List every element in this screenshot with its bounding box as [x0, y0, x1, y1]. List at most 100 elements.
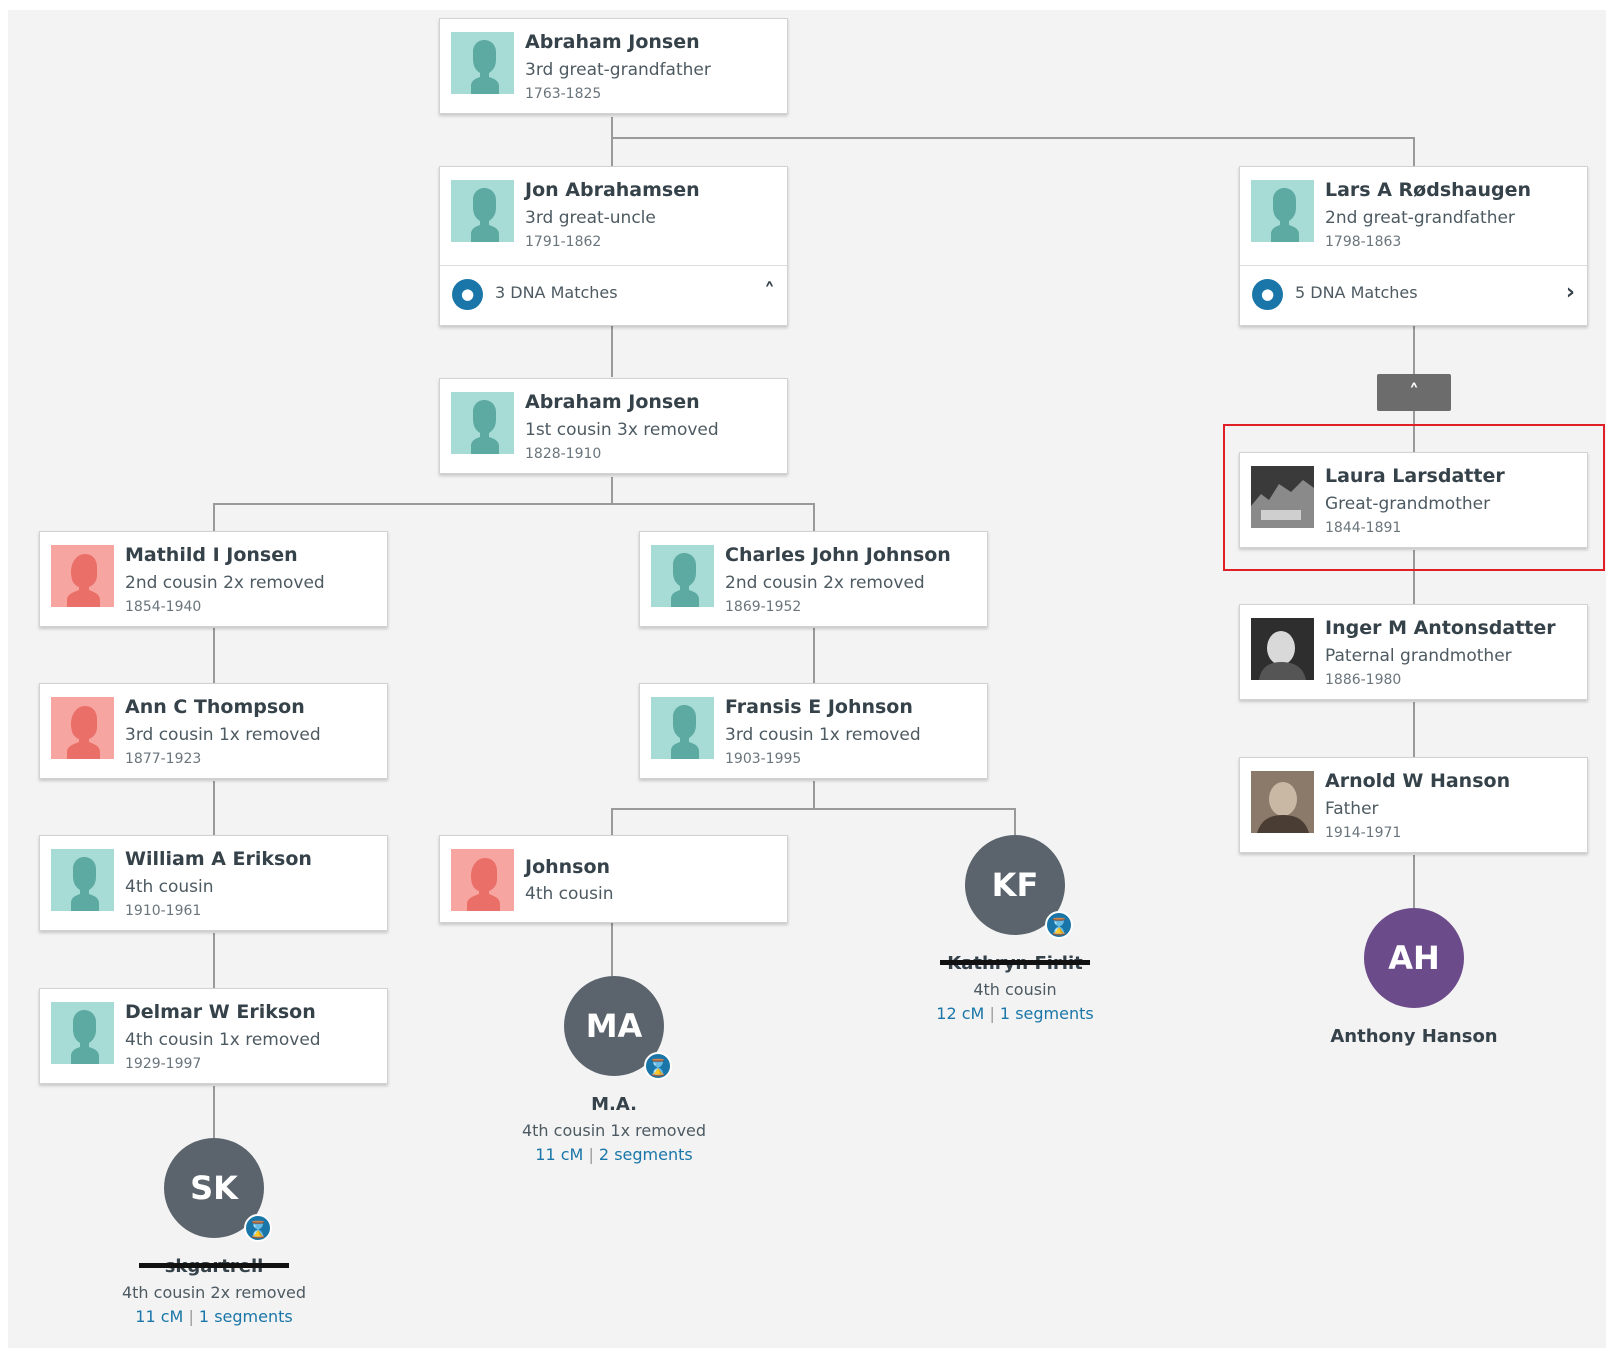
stats-separator: |	[188, 1307, 194, 1326]
person-relationship: 3rd great-grandfather	[525, 60, 711, 80]
match-cm[interactable]: 11 cM	[535, 1145, 583, 1164]
person-card-johnson[interactable]: Johnson 4th cousin	[439, 835, 788, 923]
person-name[interactable]: Johnson	[525, 856, 610, 878]
avatar-initials: AH	[1388, 939, 1440, 977]
hourglass-icon: ⌛	[244, 1214, 272, 1242]
match-name[interactable]: skgartrell	[94, 1256, 334, 1280]
dna-matches-toggle[interactable]: ● 5 DNA Matches ›	[1240, 265, 1587, 325]
person-years: 1877-1923	[125, 751, 202, 767]
match-avatar[interactable]: SK ⌛	[164, 1138, 272, 1242]
dna-matches-icon: ●	[452, 279, 483, 310]
match-name[interactable]: Anthony Hanson	[1294, 1026, 1534, 1050]
person-relationship: Father	[1325, 799, 1379, 819]
match-name[interactable]: M.A.	[494, 1094, 734, 1118]
person-card-jon-abrahamsen[interactable]: Jon Abrahamsen 3rd great-uncle 1791-1862…	[439, 166, 788, 326]
match-relationship: 4th cousin 2x removed	[121, 1283, 307, 1302]
person-card-william-erikson[interactable]: William A Erikson 4th cousin 1910-1961	[39, 835, 388, 931]
match-cm[interactable]: 11 cM	[135, 1307, 183, 1326]
person-years: 1844-1891	[1325, 520, 1402, 536]
dna-match-ah[interactable]: AH Anthony Hanson	[1294, 908, 1534, 1050]
portrait-photo	[1251, 771, 1314, 833]
person-name[interactable]: Jon Abrahamsen	[525, 179, 700, 201]
match-avatar[interactable]: AH	[1364, 908, 1464, 1008]
chevron-up-icon[interactable]: ˄	[764, 280, 775, 305]
match-segments[interactable]: 1 segments	[1000, 1004, 1094, 1023]
person-years: 1914-1971	[1325, 825, 1402, 841]
chevron-right-icon[interactable]: ›	[1566, 280, 1575, 305]
person-name[interactable]: Mathild I Jonsen	[125, 544, 298, 566]
person-years: 1763-1825	[525, 86, 602, 102]
male-silhouette-icon	[451, 32, 514, 94]
match-stats[interactable]: 11 cM | 1 segments	[94, 1307, 334, 1326]
female-silhouette-icon	[51, 697, 114, 759]
person-relationship: 4th cousin	[125, 877, 214, 897]
person-name[interactable]: Fransis E Johnson	[725, 696, 913, 718]
male-silhouette-icon	[1251, 180, 1314, 242]
hourglass-icon: ⌛	[644, 1052, 672, 1080]
person-relationship: Paternal grandmother	[1325, 646, 1512, 666]
person-years: 1791-1862	[525, 234, 602, 250]
person-relationship: 2nd great-grandfather	[1325, 208, 1515, 228]
dna-match-ma[interactable]: MA ⌛ M.A. 4th cousin 1x removed 11 cM | …	[494, 976, 734, 1164]
stats-separator: |	[588, 1145, 594, 1164]
person-name[interactable]: William A Erikson	[125, 848, 312, 870]
person-name[interactable]: Laura Larsdatter	[1325, 465, 1505, 487]
person-years: 1869-1952	[725, 599, 802, 615]
match-stats[interactable]: 12 cM | 1 segments	[895, 1004, 1135, 1023]
redaction-bar	[139, 1263, 289, 1268]
person-card-fransis-johnson[interactable]: Fransis E Johnson 3rd cousin 1x removed …	[639, 683, 988, 779]
person-card-charles-johnson[interactable]: Charles John Johnson 2nd cousin 2x remov…	[639, 531, 988, 627]
match-segments[interactable]: 1 segments	[199, 1307, 293, 1326]
male-silhouette-icon	[451, 392, 514, 454]
dna-matches-toggle[interactable]: ● 3 DNA Matches ˄	[440, 265, 787, 325]
person-relationship: 3rd cousin 1x removed	[125, 725, 321, 745]
portrait-photo	[1251, 618, 1314, 680]
male-silhouette-icon	[51, 1002, 114, 1064]
person-relationship: 4th cousin 1x removed	[125, 1030, 321, 1050]
male-silhouette-icon	[451, 180, 514, 242]
male-silhouette-icon	[51, 849, 114, 911]
match-avatar[interactable]: MA ⌛	[564, 976, 672, 1080]
person-name[interactable]: Inger M Antonsdatter	[1325, 617, 1556, 639]
person-name[interactable]: Abraham Jonsen	[525, 31, 700, 53]
person-card-laura-larsdatter[interactable]: Laura Larsdatter Great-grandmother 1844-…	[1239, 452, 1588, 548]
dna-match-sk[interactable]: SK ⌛ skgartrell 4th cousin 2x removed 11…	[94, 1138, 334, 1326]
person-years: 1798-1863	[1325, 234, 1402, 250]
male-silhouette-icon	[651, 697, 714, 759]
person-card-inger-antonsdatter[interactable]: Inger M Antonsdatter Paternal grandmothe…	[1239, 604, 1588, 700]
person-relationship: Great-grandmother	[1325, 494, 1491, 514]
hourglass-icon: ⌛	[1045, 911, 1073, 939]
match-stats[interactable]: 11 cM | 2 segments	[494, 1145, 734, 1164]
person-name[interactable]: Abraham Jonsen	[525, 391, 700, 413]
person-card-mathild-jonsen[interactable]: Mathild I Jonsen 2nd cousin 2x removed 1…	[39, 531, 388, 627]
avatar-initials: KF	[991, 866, 1039, 904]
avatar-initials: SK	[190, 1169, 238, 1207]
person-card-lars-rodshaugen[interactable]: Lars A Rødshaugen 2nd great-grandfather …	[1239, 166, 1588, 326]
person-card-delmar-erikson[interactable]: Delmar W Erikson 4th cousin 1x removed 1…	[39, 988, 388, 1084]
person-card-abraham-jonsen-2[interactable]: Abraham Jonsen 1st cousin 3x removed 182…	[439, 378, 788, 474]
match-cm[interactable]: 12 cM	[936, 1004, 984, 1023]
person-relationship: 3rd great-uncle	[525, 208, 656, 228]
person-name[interactable]: Delmar W Erikson	[125, 1001, 316, 1023]
person-name[interactable]: Lars A Rødshaugen	[1325, 179, 1531, 201]
stats-separator: |	[989, 1004, 995, 1023]
person-relationship: 4th cousin	[525, 884, 614, 904]
dna-match-kf[interactable]: KF ⌛ Kathryn Firlit 4th cousin 12 cM | 1…	[895, 835, 1135, 1023]
person-card-abraham-jonsen-1[interactable]: Abraham Jonsen 3rd great-grandfather 176…	[439, 18, 788, 114]
person-relationship: 3rd cousin 1x removed	[725, 725, 921, 745]
collapse-button[interactable]: ˄	[1377, 374, 1451, 411]
person-name[interactable]: Arnold W Hanson	[1325, 770, 1510, 792]
dna-matches-icon: ●	[1252, 279, 1283, 310]
person-relationship: 2nd cousin 2x removed	[125, 573, 325, 593]
person-name[interactable]: Charles John Johnson	[725, 544, 951, 566]
match-avatar[interactable]: KF ⌛	[965, 835, 1073, 939]
person-card-arnold-hanson[interactable]: Arnold W Hanson Father 1914-1971	[1239, 757, 1588, 853]
female-silhouette-icon	[51, 545, 114, 607]
match-relationship: 4th cousin	[973, 980, 1057, 999]
dna-matches-label: 5 DNA Matches	[1295, 283, 1418, 302]
person-name[interactable]: Ann C Thompson	[125, 696, 305, 718]
person-years: 1910-1961	[125, 903, 202, 919]
person-card-ann-thompson[interactable]: Ann C Thompson 3rd cousin 1x removed 187…	[39, 683, 388, 779]
match-segments[interactable]: 2 segments	[599, 1145, 693, 1164]
match-name[interactable]: Kathryn Firlit	[895, 953, 1135, 977]
